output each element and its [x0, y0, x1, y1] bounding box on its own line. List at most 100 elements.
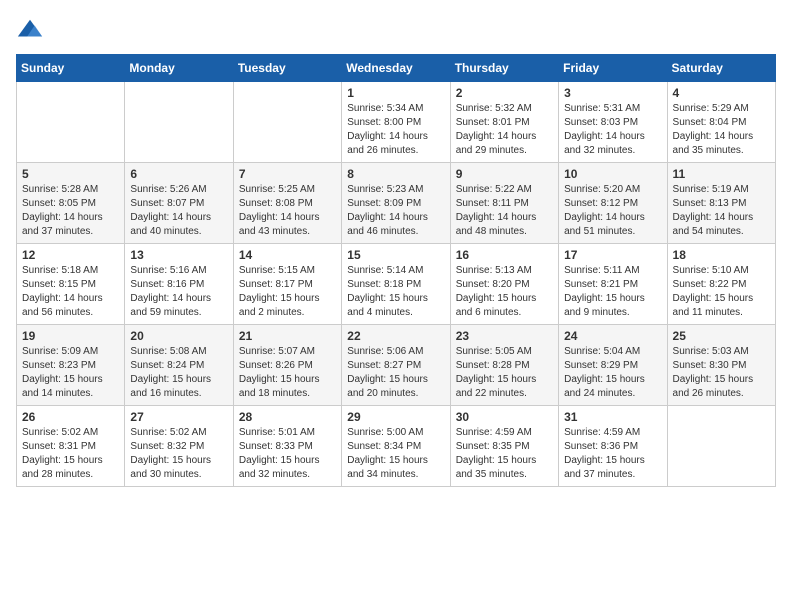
- calendar-cell: 6 Sunrise: 5:26 AM Sunset: 8:07 PM Daylig…: [125, 163, 233, 244]
- calendar-cell: 12 Sunrise: 5:18 AM Sunset: 8:15 PM Dayli…: [17, 244, 125, 325]
- calendar-cell: 8Sunrise: 5:23 AM Sunset: 8:09 PM Daylig…: [342, 163, 450, 244]
- weekday-header-saturday: Saturday: [667, 55, 775, 82]
- day-number: 9: [456, 167, 553, 181]
- calendar-cell: 16 Sunrise: 5:13 AM Sunset: 8:20 PM Dayli…: [450, 244, 558, 325]
- calendar-week-1: 1 Sunrise: 5:34 AM Sunset: 8:00 PM Daylig…: [17, 82, 776, 163]
- calendar-cell: 28Sunrise: 5:01 AM Sunset: 8:33 PM Dayli…: [233, 406, 341, 487]
- day-number: 10: [564, 167, 661, 181]
- weekday-header-wednesday: Wednesday: [342, 55, 450, 82]
- day-number: 4: [673, 86, 770, 100]
- day-info: Sunrise: 5:13 AM Sunset: 8:20 PM Dayligh…: [456, 264, 553, 320]
- calendar-cell: 13Sunrise: 5:16 AM Sunset: 8:16 PM Dayli…: [125, 244, 233, 325]
- calendar-cell: 7 Sunrise: 5:25 AM Sunset: 8:08 PM Daylig…: [233, 163, 341, 244]
- day-number: 6: [130, 167, 227, 181]
- day-info: Sunrise: 5:29 AM Sunset: 8:04 PM Dayligh…: [673, 102, 770, 158]
- calendar-week-2: 5 Sunrise: 5:28 AM Sunset: 8:05 PM Daylig…: [17, 163, 776, 244]
- day-number: 16: [456, 248, 553, 262]
- day-number: 2: [456, 86, 553, 100]
- day-number: 13: [130, 248, 227, 262]
- calendar-cell: 17 Sunrise: 5:11 AM Sunset: 8:21 PM Dayli…: [559, 244, 667, 325]
- calendar-cell: 26 Sunrise: 5:02 AM Sunset: 8:31 PM Dayli…: [17, 406, 125, 487]
- day-info: Sunrise: 5:09 AM Sunset: 8:23 PM Dayligh…: [22, 345, 119, 401]
- calendar-cell: 18 Sunrise: 5:10 AM Sunset: 8:22 PM Dayli…: [667, 244, 775, 325]
- day-number: 8: [347, 167, 444, 181]
- calendar-cell: 21 Sunrise: 5:07 AM Sunset: 8:26 PM Dayli…: [233, 325, 341, 406]
- calendar-cell: [125, 82, 233, 163]
- calendar-cell: 11 Sunrise: 5:19 AM Sunset: 8:13 PM Dayli…: [667, 163, 775, 244]
- calendar-cell: 20Sunrise: 5:08 AM Sunset: 8:24 PM Dayli…: [125, 325, 233, 406]
- day-number: 14: [239, 248, 336, 262]
- calendar-cell: 30Sunrise: 4:59 AM Sunset: 8:35 PM Dayli…: [450, 406, 558, 487]
- weekday-header-friday: Friday: [559, 55, 667, 82]
- day-info: Sunrise: 5:26 AM Sunset: 8:07 PM Dayligh…: [130, 183, 227, 239]
- calendar-cell: 29 Sunrise: 5:00 AM Sunset: 8:34 PM Dayli…: [342, 406, 450, 487]
- day-number: 29: [347, 410, 444, 424]
- day-info: Sunrise: 4:59 AM Sunset: 8:36 PM Dayligh…: [564, 426, 661, 482]
- day-info: Sunrise: 5:28 AM Sunset: 8:05 PM Dayligh…: [22, 183, 119, 239]
- day-number: 31: [564, 410, 661, 424]
- day-info: Sunrise: 5:06 AM Sunset: 8:27 PM Dayligh…: [347, 345, 444, 401]
- day-info: Sunrise: 5:11 AM Sunset: 8:21 PM Dayligh…: [564, 264, 661, 320]
- day-info: Sunrise: 5:07 AM Sunset: 8:26 PM Dayligh…: [239, 345, 336, 401]
- day-number: 28: [239, 410, 336, 424]
- day-info: Sunrise: 5:14 AM Sunset: 8:18 PM Dayligh…: [347, 264, 444, 320]
- day-info: Sunrise: 5:34 AM Sunset: 8:00 PM Dayligh…: [347, 102, 444, 158]
- day-number: 24: [564, 329, 661, 343]
- day-number: 7: [239, 167, 336, 181]
- calendar-cell: 27 Sunrise: 5:02 AM Sunset: 8:32 PM Dayli…: [125, 406, 233, 487]
- day-number: 3: [564, 86, 661, 100]
- day-info: Sunrise: 5:31 AM Sunset: 8:03 PM Dayligh…: [564, 102, 661, 158]
- day-number: 11: [673, 167, 770, 181]
- day-number: 22: [347, 329, 444, 343]
- weekday-header-thursday: Thursday: [450, 55, 558, 82]
- calendar-week-4: 19 Sunrise: 5:09 AM Sunset: 8:23 PM Dayli…: [17, 325, 776, 406]
- day-number: 15: [347, 248, 444, 262]
- calendar-table: SundayMondayTuesdayWednesdayThursdayFrid…: [16, 54, 776, 487]
- calendar-cell: 23Sunrise: 5:05 AM Sunset: 8:28 PM Dayli…: [450, 325, 558, 406]
- calendar-cell: [233, 82, 341, 163]
- page-header: [16, 16, 776, 44]
- day-number: 30: [456, 410, 553, 424]
- calendar-week-3: 12 Sunrise: 5:18 AM Sunset: 8:15 PM Dayli…: [17, 244, 776, 325]
- calendar-cell: 25 Sunrise: 5:03 AM Sunset: 8:30 PM Dayli…: [667, 325, 775, 406]
- calendar-cell: [17, 82, 125, 163]
- calendar-cell: 3 Sunrise: 5:31 AM Sunset: 8:03 PM Daylig…: [559, 82, 667, 163]
- calendar-cell: 15 Sunrise: 5:14 AM Sunset: 8:18 PM Dayli…: [342, 244, 450, 325]
- day-info: Sunrise: 5:19 AM Sunset: 8:13 PM Dayligh…: [673, 183, 770, 239]
- day-info: Sunrise: 5:05 AM Sunset: 8:28 PM Dayligh…: [456, 345, 553, 401]
- day-number: 21: [239, 329, 336, 343]
- day-info: Sunrise: 5:18 AM Sunset: 8:15 PM Dayligh…: [22, 264, 119, 320]
- calendar-cell: 1 Sunrise: 5:34 AM Sunset: 8:00 PM Daylig…: [342, 82, 450, 163]
- day-info: Sunrise: 5:32 AM Sunset: 8:01 PM Dayligh…: [456, 102, 553, 158]
- day-info: Sunrise: 5:02 AM Sunset: 8:31 PM Dayligh…: [22, 426, 119, 482]
- day-number: 25: [673, 329, 770, 343]
- logo: [16, 16, 48, 44]
- day-number: 18: [673, 248, 770, 262]
- calendar-cell: 4 Sunrise: 5:29 AM Sunset: 8:04 PM Daylig…: [667, 82, 775, 163]
- day-info: Sunrise: 5:00 AM Sunset: 8:34 PM Dayligh…: [347, 426, 444, 482]
- day-number: 27: [130, 410, 227, 424]
- day-number: 17: [564, 248, 661, 262]
- calendar-cell: 10Sunrise: 5:20 AM Sunset: 8:12 PM Dayli…: [559, 163, 667, 244]
- weekday-header-monday: Monday: [125, 55, 233, 82]
- day-number: 5: [22, 167, 119, 181]
- day-info: Sunrise: 5:15 AM Sunset: 8:17 PM Dayligh…: [239, 264, 336, 320]
- calendar-cell: 14 Sunrise: 5:15 AM Sunset: 8:17 PM Dayli…: [233, 244, 341, 325]
- day-number: 19: [22, 329, 119, 343]
- calendar-cell: 19 Sunrise: 5:09 AM Sunset: 8:23 PM Dayli…: [17, 325, 125, 406]
- weekday-header-sunday: Sunday: [17, 55, 125, 82]
- day-info: Sunrise: 5:08 AM Sunset: 8:24 PM Dayligh…: [130, 345, 227, 401]
- day-number: 12: [22, 248, 119, 262]
- day-number: 26: [22, 410, 119, 424]
- calendar-cell: 2 Sunrise: 5:32 AM Sunset: 8:01 PM Daylig…: [450, 82, 558, 163]
- day-info: Sunrise: 5:10 AM Sunset: 8:22 PM Dayligh…: [673, 264, 770, 320]
- day-info: Sunrise: 5:25 AM Sunset: 8:08 PM Dayligh…: [239, 183, 336, 239]
- day-number: 1: [347, 86, 444, 100]
- day-info: Sunrise: 5:22 AM Sunset: 8:11 PM Dayligh…: [456, 183, 553, 239]
- calendar-week-5: 26 Sunrise: 5:02 AM Sunset: 8:31 PM Dayli…: [17, 406, 776, 487]
- day-info: Sunrise: 5:03 AM Sunset: 8:30 PM Dayligh…: [673, 345, 770, 401]
- day-info: Sunrise: 5:02 AM Sunset: 8:32 PM Dayligh…: [130, 426, 227, 482]
- weekday-header-tuesday: Tuesday: [233, 55, 341, 82]
- weekday-header-row: SundayMondayTuesdayWednesdayThursdayFrid…: [17, 55, 776, 82]
- calendar-cell: 9 Sunrise: 5:22 AM Sunset: 8:11 PM Daylig…: [450, 163, 558, 244]
